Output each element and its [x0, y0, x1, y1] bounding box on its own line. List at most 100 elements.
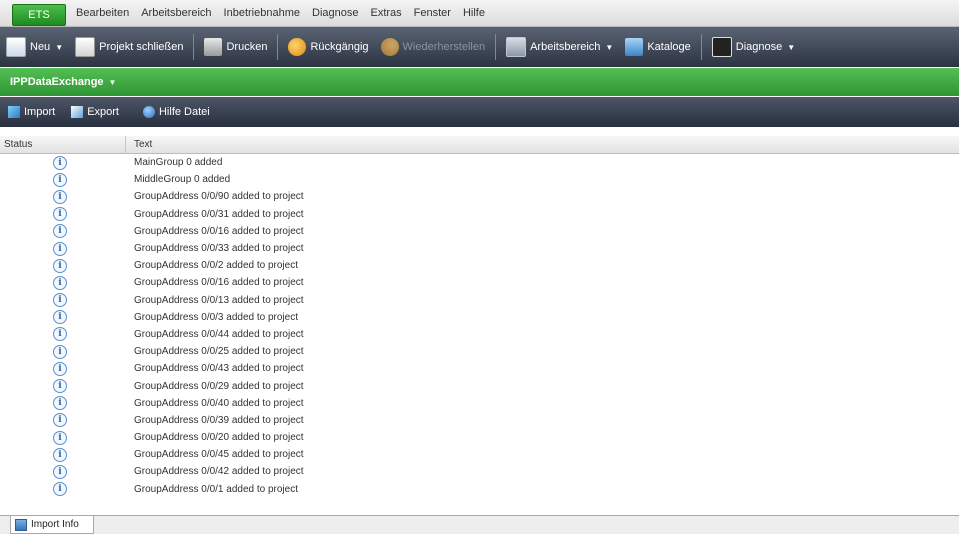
table-row[interactable]: i MainGroup 0 added — [0, 154, 959, 171]
table-row[interactable]: i GroupAddress 0/0/1 added to project — [0, 481, 959, 498]
panel-header: IPPDataExchange ▼ — [0, 68, 959, 96]
menu-fenster[interactable]: Fenster — [414, 7, 451, 19]
table-row[interactable]: i GroupAddress 0/0/20 added to project — [0, 429, 959, 446]
export-button[interactable]: Export — [63, 106, 127, 118]
status-cell: i — [0, 293, 126, 308]
diagnose-label: Diagnose — [735, 41, 783, 53]
table-row[interactable]: i GroupAddress 0/0/33 added to project — [0, 240, 959, 257]
message-text: GroupAddress 0/0/29 added to project — [134, 380, 304, 392]
status-cell: i — [0, 430, 126, 445]
table-row[interactable]: i GroupAddress 0/0/3 added to project — [0, 309, 959, 326]
export-icon — [71, 106, 84, 118]
table-row[interactable]: i GroupAddress 0/0/16 added to project — [0, 274, 959, 291]
import-icon — [8, 106, 20, 118]
message-text: MiddleGroup 0 added — [134, 174, 231, 186]
message-text: GroupAddress 0/0/16 added to project — [134, 225, 304, 237]
info-icon: i — [53, 430, 67, 445]
message-text: GroupAddress 0/0/90 added to project — [134, 191, 304, 203]
message-text: GroupAddress 0/0/2 added to project — [134, 260, 298, 272]
import-info-icon — [15, 518, 27, 531]
chevron-down-icon: ▼ — [55, 42, 64, 52]
close-project-label: Projekt schließen — [99, 41, 184, 53]
help-file-button[interactable]: Hilfe Datei — [135, 106, 218, 118]
table-row[interactable]: i GroupAddress 0/0/16 added to project — [0, 223, 959, 240]
table-row[interactable]: i GroupAddress 0/0/40 added to project — [0, 395, 959, 412]
info-icon: i — [53, 482, 67, 497]
help-file-label: Hilfe Datei — [158, 106, 210, 118]
redo-label: Wiederherstellen — [402, 41, 486, 53]
new-button[interactable]: Neu ▼ — [0, 32, 69, 62]
import-label: Import — [24, 106, 56, 118]
close-project-icon — [75, 37, 96, 57]
message-text: GroupAddress 0/0/1 added to project — [134, 483, 298, 495]
chevron-down-icon: ▼ — [605, 42, 614, 52]
bottom-tab-strip: Import Info — [0, 515, 959, 534]
chevron-down-icon[interactable]: ▼ — [109, 78, 117, 87]
table-row[interactable]: i GroupAddress 0/0/2 added to project — [0, 257, 959, 274]
workspace-label: Arbeitsbereich — [530, 41, 601, 53]
import-button[interactable]: Import — [0, 106, 63, 118]
status-cell: i — [0, 224, 126, 239]
menu-items: Bearbeiten Arbeitsbereich Inbetriebnahme… — [76, 0, 497, 26]
status-cell: i — [0, 241, 126, 256]
message-text: GroupAddress 0/0/31 added to project — [134, 208, 304, 220]
print-button[interactable]: Drucken — [198, 32, 273, 62]
toolbar-separator — [495, 34, 497, 60]
close-project-button[interactable]: Projekt schließen — [69, 32, 189, 62]
table-row[interactable]: i GroupAddress 0/0/39 added to project — [0, 412, 959, 429]
undo-button[interactable]: Rückgängig — [282, 32, 374, 62]
info-icon: i — [53, 464, 67, 479]
table-row[interactable]: i GroupAddress 0/0/29 added to project — [0, 377, 959, 394]
message-text: GroupAddress 0/0/45 added to project — [134, 449, 304, 461]
info-icon: i — [53, 275, 67, 290]
tab-import-info[interactable]: Import Info — [10, 516, 94, 534]
info-icon: i — [53, 224, 67, 239]
menu-inbetriebnahme[interactable]: Inbetriebnahme — [224, 7, 300, 19]
column-header-status[interactable]: Status — [0, 136, 126, 153]
table-row[interactable]: i GroupAddress 0/0/90 added to project — [0, 188, 959, 205]
status-cell: i — [0, 482, 126, 497]
workspace-button[interactable]: Arbeitsbereich ▼ — [500, 32, 619, 62]
table-row[interactable]: i GroupAddress 0/0/42 added to project — [0, 463, 959, 480]
message-text: GroupAddress 0/0/42 added to project — [134, 466, 304, 478]
log-table: Status Text i MainGroup 0 added i MiddleGro… — [0, 136, 959, 514]
menu-hilfe[interactable]: Hilfe — [463, 7, 485, 19]
status-cell: i — [0, 310, 126, 325]
menu-bearbeiten[interactable]: Bearbeiten — [76, 7, 129, 19]
table-row[interactable]: i GroupAddress 0/0/25 added to project — [0, 343, 959, 360]
catalogs-label: Kataloge — [647, 41, 691, 53]
panel-title[interactable]: IPPDataExchange — [10, 76, 104, 88]
menu-arbeitsbereich[interactable]: Arbeitsbereich — [141, 7, 211, 19]
diagnose-button[interactable]: Diagnose ▼ — [706, 32, 801, 62]
info-icon: i — [53, 258, 67, 273]
table-row[interactable]: i GroupAddress 0/0/13 added to project — [0, 292, 959, 309]
catalogs-button[interactable]: Kataloge — [619, 32, 696, 62]
redo-button[interactable]: Wiederherstellen — [375, 32, 492, 62]
table-row[interactable]: i MiddleGroup 0 added — [0, 171, 959, 188]
toolbar-separator — [700, 34, 702, 60]
table-row[interactable]: i GroupAddress 0/0/31 added to project — [0, 206, 959, 223]
status-cell: i — [0, 447, 126, 462]
print-label: Drucken — [226, 41, 268, 53]
catalog-icon — [625, 38, 644, 56]
ets-app-button[interactable]: ETS — [12, 4, 66, 26]
message-text: GroupAddress 0/0/33 added to project — [134, 243, 304, 255]
table-row[interactable]: i GroupAddress 0/0/45 added to project — [0, 446, 959, 463]
menu-extras[interactable]: Extras — [370, 7, 401, 19]
new-document-icon — [6, 37, 26, 57]
table-row[interactable]: i GroupAddress 0/0/44 added to project — [0, 326, 959, 343]
info-icon: i — [53, 413, 67, 428]
message-text: GroupAddress 0/0/3 added to project — [134, 311, 298, 323]
export-label: Export — [87, 106, 119, 118]
tab-import-info-label: Import Info — [31, 519, 79, 530]
table-row[interactable]: i GroupAddress 0/0/43 added to project — [0, 360, 959, 377]
message-text: GroupAddress 0/0/44 added to project — [134, 328, 304, 340]
column-header-text[interactable]: Text — [126, 136, 959, 153]
menu-diagnose[interactable]: Diagnose — [312, 7, 358, 19]
info-icon: i — [53, 310, 67, 325]
status-cell: i — [0, 413, 126, 428]
info-icon: i — [53, 396, 67, 411]
status-cell: i — [0, 155, 126, 170]
diagnose-icon — [711, 37, 732, 57]
info-icon: i — [53, 172, 67, 187]
